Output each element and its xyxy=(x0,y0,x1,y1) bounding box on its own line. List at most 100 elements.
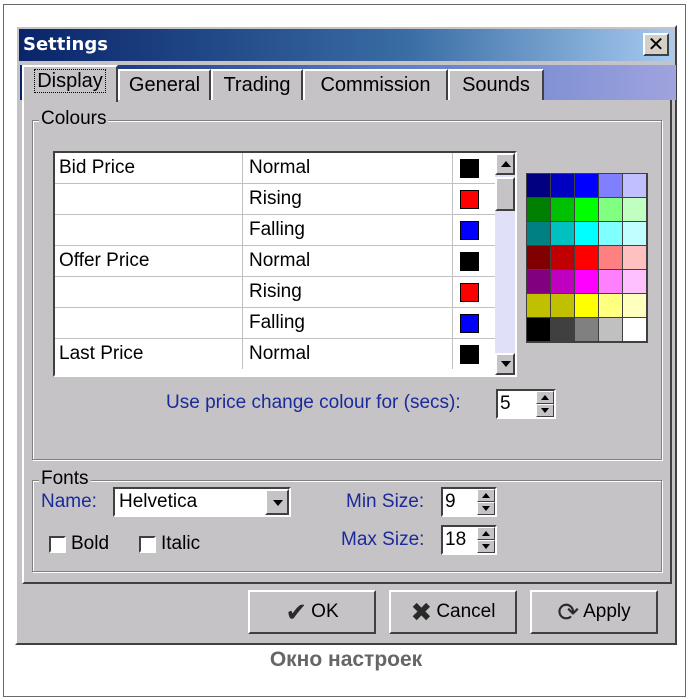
font-dropdown-button[interactable] xyxy=(265,489,289,515)
palette-swatch[interactable] xyxy=(551,294,575,318)
colour-swatch[interactable] xyxy=(460,314,479,333)
tab-display[interactable]: Display xyxy=(22,65,118,102)
palette-swatch[interactable] xyxy=(527,318,551,342)
scroll-down-button[interactable] xyxy=(495,353,515,375)
bold-checkbox[interactable] xyxy=(49,536,66,553)
table-scrollbar[interactable] xyxy=(495,153,515,375)
palette-swatch[interactable] xyxy=(599,222,623,246)
palette-swatch[interactable] xyxy=(575,246,599,270)
palette-swatch[interactable] xyxy=(551,222,575,246)
palette-swatch[interactable] xyxy=(527,294,551,318)
decrement-button[interactable] xyxy=(536,404,554,417)
chevron-down-icon xyxy=(273,500,283,506)
row-state: Falling xyxy=(243,215,453,245)
palette-swatch[interactable] xyxy=(575,294,599,318)
cancel-button[interactable]: ✖ Cancel xyxy=(389,590,517,634)
palette-swatch[interactable] xyxy=(527,246,551,270)
palette-swatch[interactable] xyxy=(599,246,623,270)
increment-button[interactable] xyxy=(536,391,554,404)
table-row[interactable]: Rising xyxy=(55,184,495,215)
colour-cell[interactable] xyxy=(453,215,495,245)
palette-swatch[interactable] xyxy=(623,222,647,246)
table-row[interactable]: Offer Price Normal xyxy=(55,246,495,277)
close-button[interactable]: ✕ xyxy=(643,33,669,56)
palette-swatch[interactable] xyxy=(551,318,575,342)
palette-swatch[interactable] xyxy=(623,318,647,342)
increment-button[interactable] xyxy=(477,489,495,502)
row-item xyxy=(55,215,243,245)
palette-swatch[interactable] xyxy=(527,270,551,294)
scroll-thumb[interactable] xyxy=(495,177,515,211)
row-item: Bid Price xyxy=(55,153,243,183)
colour-cell[interactable] xyxy=(453,153,495,183)
checkmark-icon: ✔ xyxy=(285,597,308,627)
palette-swatch[interactable] xyxy=(527,222,551,246)
colour-swatch[interactable] xyxy=(460,190,479,209)
table-row[interactable]: Last Price Normal xyxy=(55,339,495,370)
palette-swatch[interactable] xyxy=(623,294,647,318)
cancel-button-label: Cancel xyxy=(436,601,496,623)
palette-swatch[interactable] xyxy=(599,270,623,294)
palette-swatch[interactable] xyxy=(623,246,647,270)
tab-sounds[interactable]: Sounds xyxy=(448,69,544,100)
colour-cell[interactable] xyxy=(453,339,495,369)
row-item xyxy=(55,184,243,214)
ok-button[interactable]: ✔ OK xyxy=(248,590,376,634)
tab-trading[interactable]: Trading xyxy=(211,69,303,100)
table-row[interactable]: Falling xyxy=(55,308,495,339)
tab-commission[interactable]: Commission xyxy=(303,69,448,100)
increment-button[interactable] xyxy=(477,527,495,540)
apply-button[interactable]: ⟳ Apply xyxy=(530,590,658,634)
colour-swatch[interactable] xyxy=(460,221,479,240)
palette-swatch[interactable] xyxy=(551,246,575,270)
palette-swatch[interactable] xyxy=(623,174,647,198)
decrement-button[interactable] xyxy=(477,502,495,515)
palette-swatch[interactable] xyxy=(623,198,647,222)
palette-swatch[interactable] xyxy=(551,198,575,222)
decrement-button[interactable] xyxy=(477,540,495,553)
palette-swatch[interactable] xyxy=(575,270,599,294)
palette-swatch[interactable] xyxy=(623,270,647,294)
palette-swatch[interactable] xyxy=(551,174,575,198)
ok-button-label: OK xyxy=(311,601,339,623)
row-item xyxy=(55,308,243,338)
table-row[interactable]: Falling xyxy=(55,215,495,246)
colour-swatch[interactable] xyxy=(460,159,479,178)
font-name-select[interactable]: Helvetica xyxy=(113,487,291,517)
palette-swatch[interactable] xyxy=(575,198,599,222)
palette-swatch[interactable] xyxy=(575,318,599,342)
table-row[interactable]: Rising xyxy=(55,277,495,308)
colour-cell[interactable] xyxy=(453,246,495,276)
price-change-secs-value[interactable]: 5 xyxy=(500,391,511,417)
chevron-down-icon xyxy=(501,361,511,367)
palette-swatch[interactable] xyxy=(599,294,623,318)
colour-swatch[interactable] xyxy=(460,345,479,364)
italic-checkbox[interactable] xyxy=(139,536,156,553)
palette-swatch[interactable] xyxy=(599,318,623,342)
palette-swatch[interactable] xyxy=(599,198,623,222)
colour-cell[interactable] xyxy=(453,308,495,338)
row-state: Normal xyxy=(243,153,453,183)
font-name-value: Helvetica xyxy=(119,491,198,512)
max-size-stepper[interactable]: 18 xyxy=(441,525,497,555)
price-change-secs-stepper[interactable]: 5 xyxy=(496,389,556,419)
tab-sounds-label: Sounds xyxy=(462,74,530,96)
colour-cell[interactable] xyxy=(453,277,495,307)
price-change-label: Use price change colour for (secs): xyxy=(166,392,461,413)
palette-swatch[interactable] xyxy=(599,174,623,198)
scroll-up-button[interactable] xyxy=(495,153,515,175)
palette-swatch[interactable] xyxy=(527,174,551,198)
max-size-value[interactable]: 18 xyxy=(445,527,466,553)
palette-swatch[interactable] xyxy=(575,174,599,198)
palette-swatch[interactable] xyxy=(551,270,575,294)
tab-general[interactable]: General xyxy=(118,69,211,100)
chevron-up-icon xyxy=(541,395,549,400)
min-size-value[interactable]: 9 xyxy=(445,489,456,515)
min-size-stepper[interactable]: 9 xyxy=(441,487,497,517)
colour-swatch[interactable] xyxy=(460,283,479,302)
palette-swatch[interactable] xyxy=(575,222,599,246)
colour-swatch[interactable] xyxy=(460,252,479,271)
table-row[interactable]: Bid Price Normal xyxy=(55,153,495,184)
palette-swatch[interactable] xyxy=(527,198,551,222)
colour-cell[interactable] xyxy=(453,184,495,214)
